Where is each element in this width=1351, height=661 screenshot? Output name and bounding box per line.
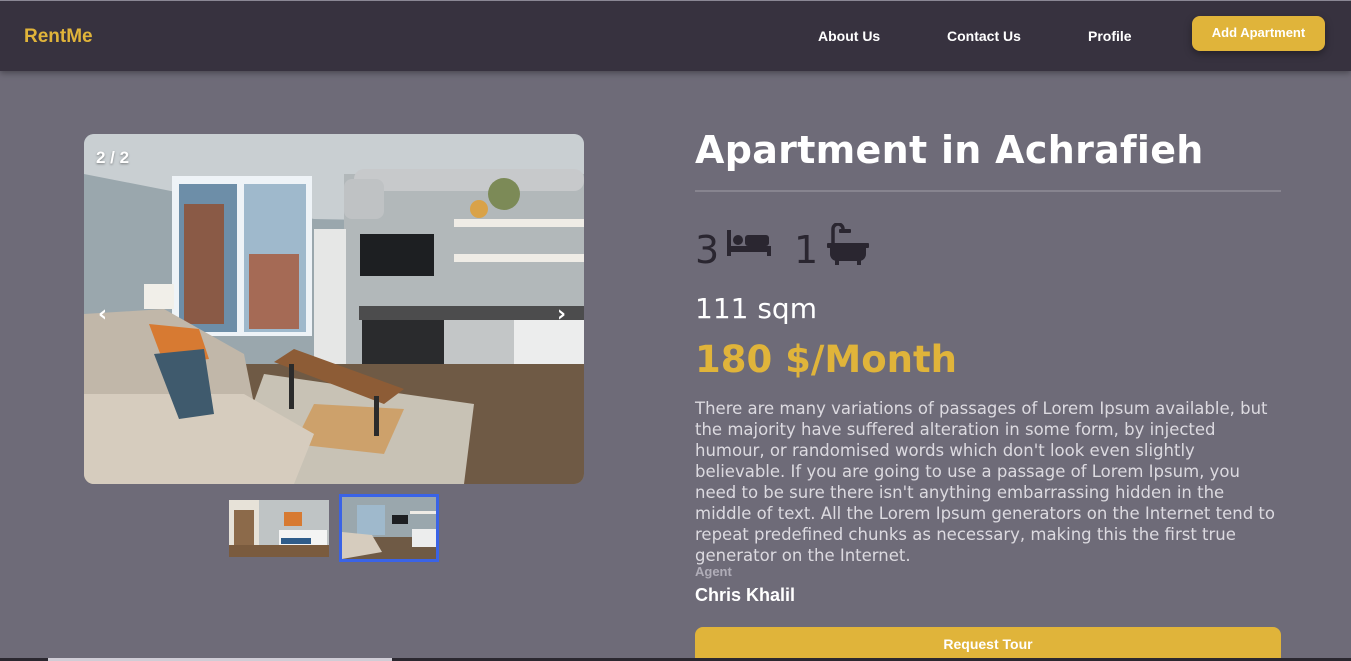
nav-link-about[interactable]: About Us <box>818 28 880 44</box>
nav-link-contact[interactable]: Contact Us <box>947 28 1021 44</box>
thumbnail-image <box>342 497 436 559</box>
image-counter: 2 / 2 <box>96 148 130 167</box>
divider <box>695 190 1281 192</box>
brand-logo[interactable]: RentMe <box>24 26 93 48</box>
bathroom-count: 1 <box>794 228 819 272</box>
area-value: 111 sqm <box>695 292 817 325</box>
agent-label: Agent <box>695 564 732 579</box>
bed-icon <box>727 228 771 263</box>
add-apartment-button[interactable]: Add Apartment <box>1192 16 1325 51</box>
listing-description: There are many variations of passages of… <box>695 399 1275 565</box>
apartment-photo <box>84 134 584 484</box>
request-tour-button[interactable]: Request Tour <box>695 627 1281 661</box>
chevron-right-icon[interactable]: › <box>557 302 566 327</box>
price-value: 180 $/Month <box>695 338 957 381</box>
thumbnail-1[interactable] <box>229 500 329 557</box>
listing-title: Apartment in Achrafieh <box>695 128 1204 172</box>
bath-icon <box>827 222 869 270</box>
agent-name[interactable]: Chris Khalil <box>695 585 795 606</box>
thumbnail-2-active[interactable] <box>339 494 439 562</box>
thumbnail-image <box>229 500 329 557</box>
image-carousel: 2 / 2 ‹ › <box>84 134 584 484</box>
navbar: RentMe About Us Contact Us Profile Add A… <box>0 0 1351 71</box>
nav-link-profile[interactable]: Profile <box>1088 28 1132 44</box>
chevron-left-icon[interactable]: ‹ <box>98 302 107 327</box>
bedroom-count: 3 <box>695 228 720 272</box>
